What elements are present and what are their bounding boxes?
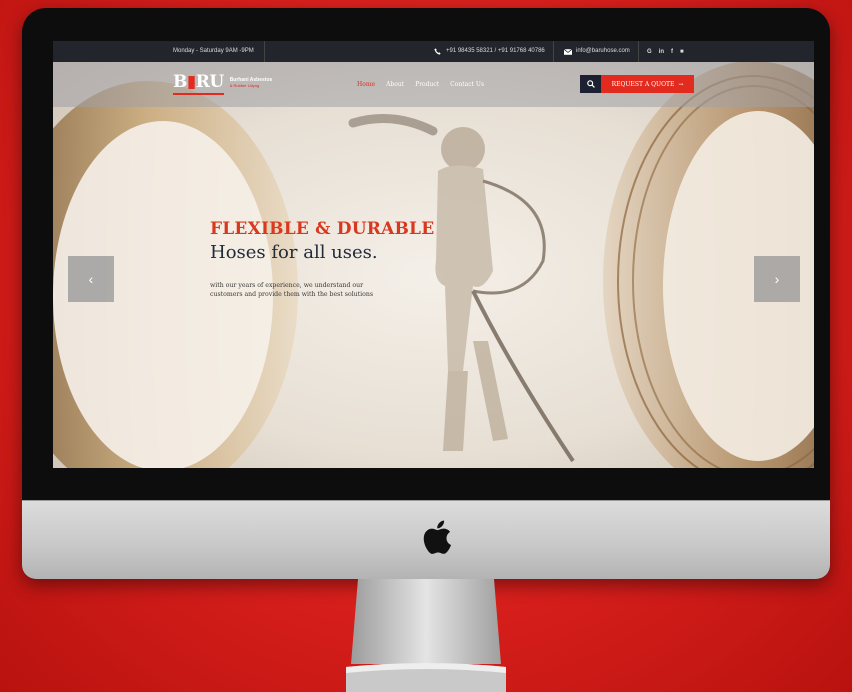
brand-tagline: Burhani Asbestos & Rubber Udyog	[230, 77, 273, 89]
nav-menu: Home About Product Contact Us	[357, 62, 484, 107]
search-button[interactable]	[580, 75, 601, 93]
apple-logo-icon	[423, 520, 451, 554]
request-quote-label: REQUEST A QUOTE	[611, 80, 675, 88]
mail-icon	[564, 48, 572, 55]
phone-contact[interactable]: +91 98435 58321 / +91 91768 40786	[434, 41, 554, 62]
carousel-next-button[interactable]: ›	[754, 256, 800, 302]
business-hours: Monday - Saturday 9AM -9PM	[173, 41, 265, 62]
facebook-icon[interactable]: f	[671, 49, 673, 55]
brand-underline	[173, 93, 224, 95]
hero-title: FLEXIBLE & DURABLE	[210, 219, 435, 239]
hero-description: with our years of experience, we underst…	[210, 282, 374, 298]
phone-numbers: +91 98435 58321 / +91 91768 40786	[446, 48, 545, 54]
arrow-right-icon: →	[678, 80, 684, 88]
nav-item-product[interactable]: Product	[415, 81, 439, 88]
phone-icon	[434, 48, 441, 55]
imac-stand	[346, 579, 506, 692]
social-links: G in f ■	[647, 41, 684, 62]
linkedin-icon[interactable]: in	[659, 49, 664, 55]
google-icon[interactable]: G	[647, 49, 652, 55]
website-screen: Monday - Saturday 9AM -9PM +91 98435 583…	[53, 41, 814, 468]
brand-mark: B▮RU	[173, 72, 224, 95]
carousel-prev-button[interactable]: ‹	[68, 256, 114, 302]
nav-item-contact-us[interactable]: Contact Us	[450, 81, 484, 88]
top-info-bar: Monday - Saturday 9AM -9PM +91 98435 583…	[53, 41, 814, 62]
brand-o-mark: ▮	[186, 72, 196, 92]
request-quote-button[interactable]: REQUEST A QUOTE →	[601, 75, 694, 93]
chevron-right-icon: ›	[774, 271, 780, 287]
chevron-left-icon: ‹	[88, 271, 94, 287]
youtube-icon[interactable]: ■	[680, 49, 684, 55]
brand-logo[interactable]: B▮RU Burhani Asbestos & Rubber Udyog	[173, 72, 273, 95]
search-icon	[586, 80, 595, 88]
nav-item-about[interactable]: About	[386, 81, 404, 88]
email-contact[interactable]: info@baruhose.com	[564, 41, 639, 62]
hero-subtitle: Hoses for all uses.	[210, 242, 378, 263]
brand-name-line2: & Rubber Udyog	[229, 82, 260, 88]
main-navbar: B▮RU Burhani Asbestos & Rubber Udyog Hom…	[53, 62, 814, 107]
email-address: info@baruhose.com	[576, 48, 630, 54]
nav-item-home[interactable]: Home	[357, 81, 375, 88]
